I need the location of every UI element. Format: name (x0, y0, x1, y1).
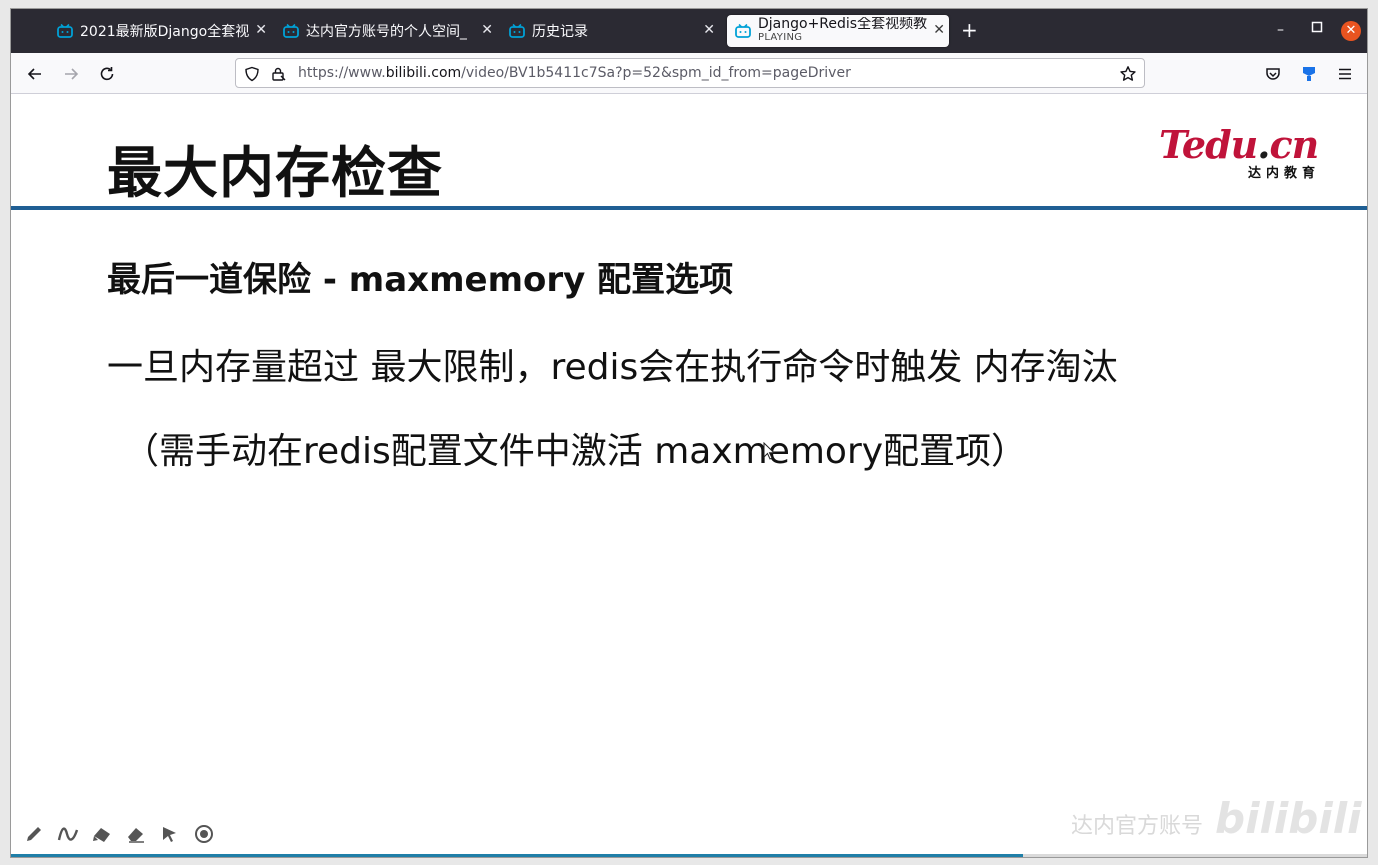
back-icon (27, 68, 41, 80)
tab-close-button[interactable]: ✕ (481, 22, 493, 38)
slide-title: 最大内存检查 (107, 141, 444, 205)
slide-body-line-1: 一旦内存量超过 最大限制，redis会在执行命令时触发 内存淘汰 (107, 347, 1118, 388)
eraser-tool[interactable] (125, 823, 147, 845)
close-window-button[interactable]: ✕ (1341, 21, 1361, 41)
url-domain: bilibili.com (385, 65, 462, 81)
reload-icon (100, 67, 114, 81)
url-text[interactable]: https://www.bilibili.com/video/BV1b5411c… (298, 65, 851, 81)
menu-button[interactable] (1333, 62, 1357, 86)
record-tool[interactable] (193, 823, 215, 845)
tab-close-button[interactable]: ✕ (255, 22, 267, 38)
video-progress-bar[interactable] (11, 854, 1367, 857)
slide-subheading: 最后一道保险 - maxmemory 配置选项 (107, 260, 734, 300)
record-icon (195, 825, 213, 843)
video-player[interactable]: 最大内存检查 Tedu.cn 达内教育 最后一道保险 - maxmemory 配… (11, 94, 1367, 857)
curve-icon (57, 827, 79, 841)
navigation-toolbar: https://www.bilibili.com/video/BV1b5411c… (11, 53, 1367, 94)
pointer-tool[interactable] (159, 823, 181, 845)
extension-icon (1303, 67, 1315, 81)
logo-dot: . (1257, 122, 1270, 167)
forward-button[interactable] (59, 62, 83, 86)
tab-label: Django+Redis全套视频教 (758, 17, 928, 31)
bilibili-tab-icon (735, 23, 751, 38)
tab-history[interactable]: 历史记录 ✕ (509, 15, 719, 47)
curve-tool[interactable] (57, 823, 79, 845)
pen-icon (27, 827, 41, 841)
mouse-cursor-icon (763, 442, 776, 460)
bilibili-watermark: 达内官方账号 bilibili (1071, 794, 1362, 843)
tedu-logo: Tedu.cn 达内教育 (1159, 126, 1324, 186)
tab-close-button[interactable]: ✕ (703, 22, 715, 38)
star-icon[interactable] (1118, 64, 1138, 84)
tab-strip: 2021最新版Django全套视 ✕ 达内官方账号的个人空间_ ✕ 历史记录 ✕… (11, 9, 1367, 53)
url-prefix: https://www. (298, 65, 386, 81)
extension-button[interactable] (1297, 62, 1321, 86)
title-divider (11, 206, 1367, 210)
tab-tedu-space[interactable]: 达内官方账号的个人空间_ ✕ (283, 15, 497, 47)
lock-icon[interactable] (268, 64, 288, 84)
tab-django-redis-playing[interactable]: Django+Redis全套视频教 PLAYING ✕ (727, 15, 949, 47)
new-tab-button[interactable]: + (961, 20, 978, 40)
browser-window: 2021最新版Django全套视 ✕ 达内官方账号的个人空间_ ✕ 历史记录 ✕… (10, 8, 1368, 858)
forward-icon (65, 68, 79, 80)
logo-cn: cn (1269, 122, 1320, 167)
maximize-icon (1311, 21, 1323, 33)
bilibili-tab-icon (57, 23, 73, 38)
minimize-button[interactable]: – (1277, 22, 1284, 38)
bilibili-tab-icon (509, 23, 525, 38)
tab-close-button[interactable]: ✕ (933, 22, 945, 38)
bilibili-tab-icon (283, 23, 299, 38)
menu-icon (1339, 68, 1351, 80)
tab-django-course[interactable]: 2021最新版Django全套视 ✕ (57, 15, 271, 47)
pocket-icon (1266, 68, 1280, 80)
tab-playing-label: PLAYING (758, 32, 803, 43)
pointer-icon (163, 827, 176, 842)
pocket-button[interactable] (1261, 62, 1285, 86)
maximize-button[interactable] (1311, 21, 1323, 37)
highlighter-icon (93, 828, 110, 842)
watermark-text: 达内官方账号 (1071, 814, 1204, 839)
logo-chinese: 达内教育 (1247, 166, 1320, 181)
back-button[interactable] (23, 62, 47, 86)
annotation-toolbar (23, 823, 215, 845)
logo-text: Tedu (1159, 122, 1258, 167)
tab-label: 2021最新版Django全套视 (80, 24, 250, 40)
tab-label: 历史记录 (532, 24, 588, 40)
highlighter-tool[interactable] (91, 823, 113, 845)
reload-button[interactable] (95, 62, 119, 86)
address-bar[interactable]: https://www.bilibili.com/video/BV1b5411c… (235, 58, 1145, 88)
eraser-icon (128, 828, 144, 843)
url-path: /video/BV1b5411c7Sa?p=52&spm_id_from=pag… (461, 65, 851, 81)
shield-icon[interactable] (242, 64, 262, 84)
tab-label: 达内官方账号的个人空间_ (306, 24, 467, 40)
slide-body-line-2: （需手动在redis配置文件中激活 maxmemory配置项） (123, 431, 1028, 472)
watermark-brand: bilibili (1215, 794, 1362, 843)
pen-tool[interactable] (23, 823, 45, 845)
video-progress-fill (11, 854, 1023, 857)
